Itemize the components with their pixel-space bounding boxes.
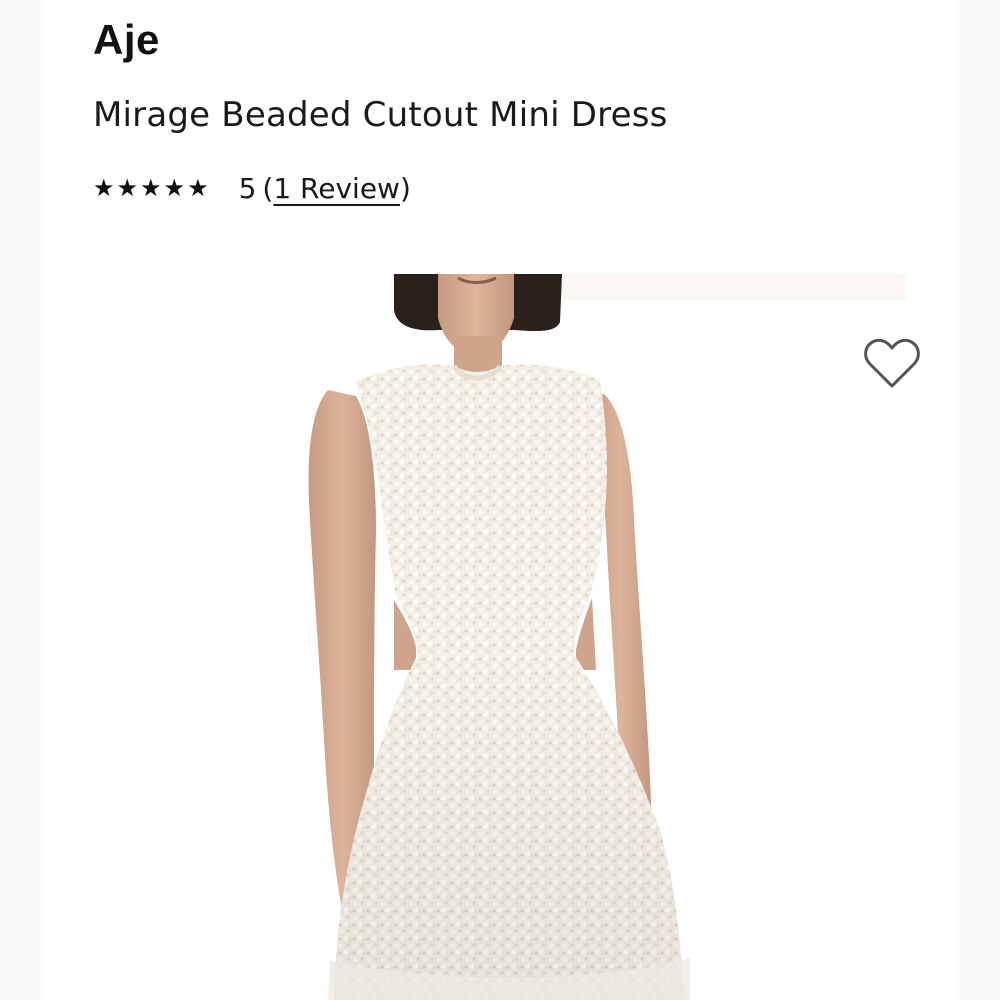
review-paren-close: ) (399, 171, 411, 205)
rating-row: ★★★★★ 5 ( 1 Review ) (93, 168, 411, 208)
dress-model-photo (308, 274, 906, 1000)
review-count-link[interactable]: 1 Review (273, 172, 400, 205)
wishlist-heart-icon[interactable] (862, 338, 922, 390)
product-title: Mirage Beaded Cutout Mini Dress (93, 95, 668, 135)
review-paren-open: ( (262, 171, 274, 205)
product-image[interactable] (44, 270, 956, 1000)
product-detail: Aje Mirage Beaded Cutout Mini Dress ★★★★… (44, 0, 956, 1000)
star-rating-icon: ★★★★★ (93, 174, 211, 202)
brand-name[interactable]: Aje (93, 16, 160, 64)
page-margin-right (956, 0, 1000, 1000)
page-margin-left (0, 0, 44, 1000)
rating-value: 5 (238, 171, 257, 205)
